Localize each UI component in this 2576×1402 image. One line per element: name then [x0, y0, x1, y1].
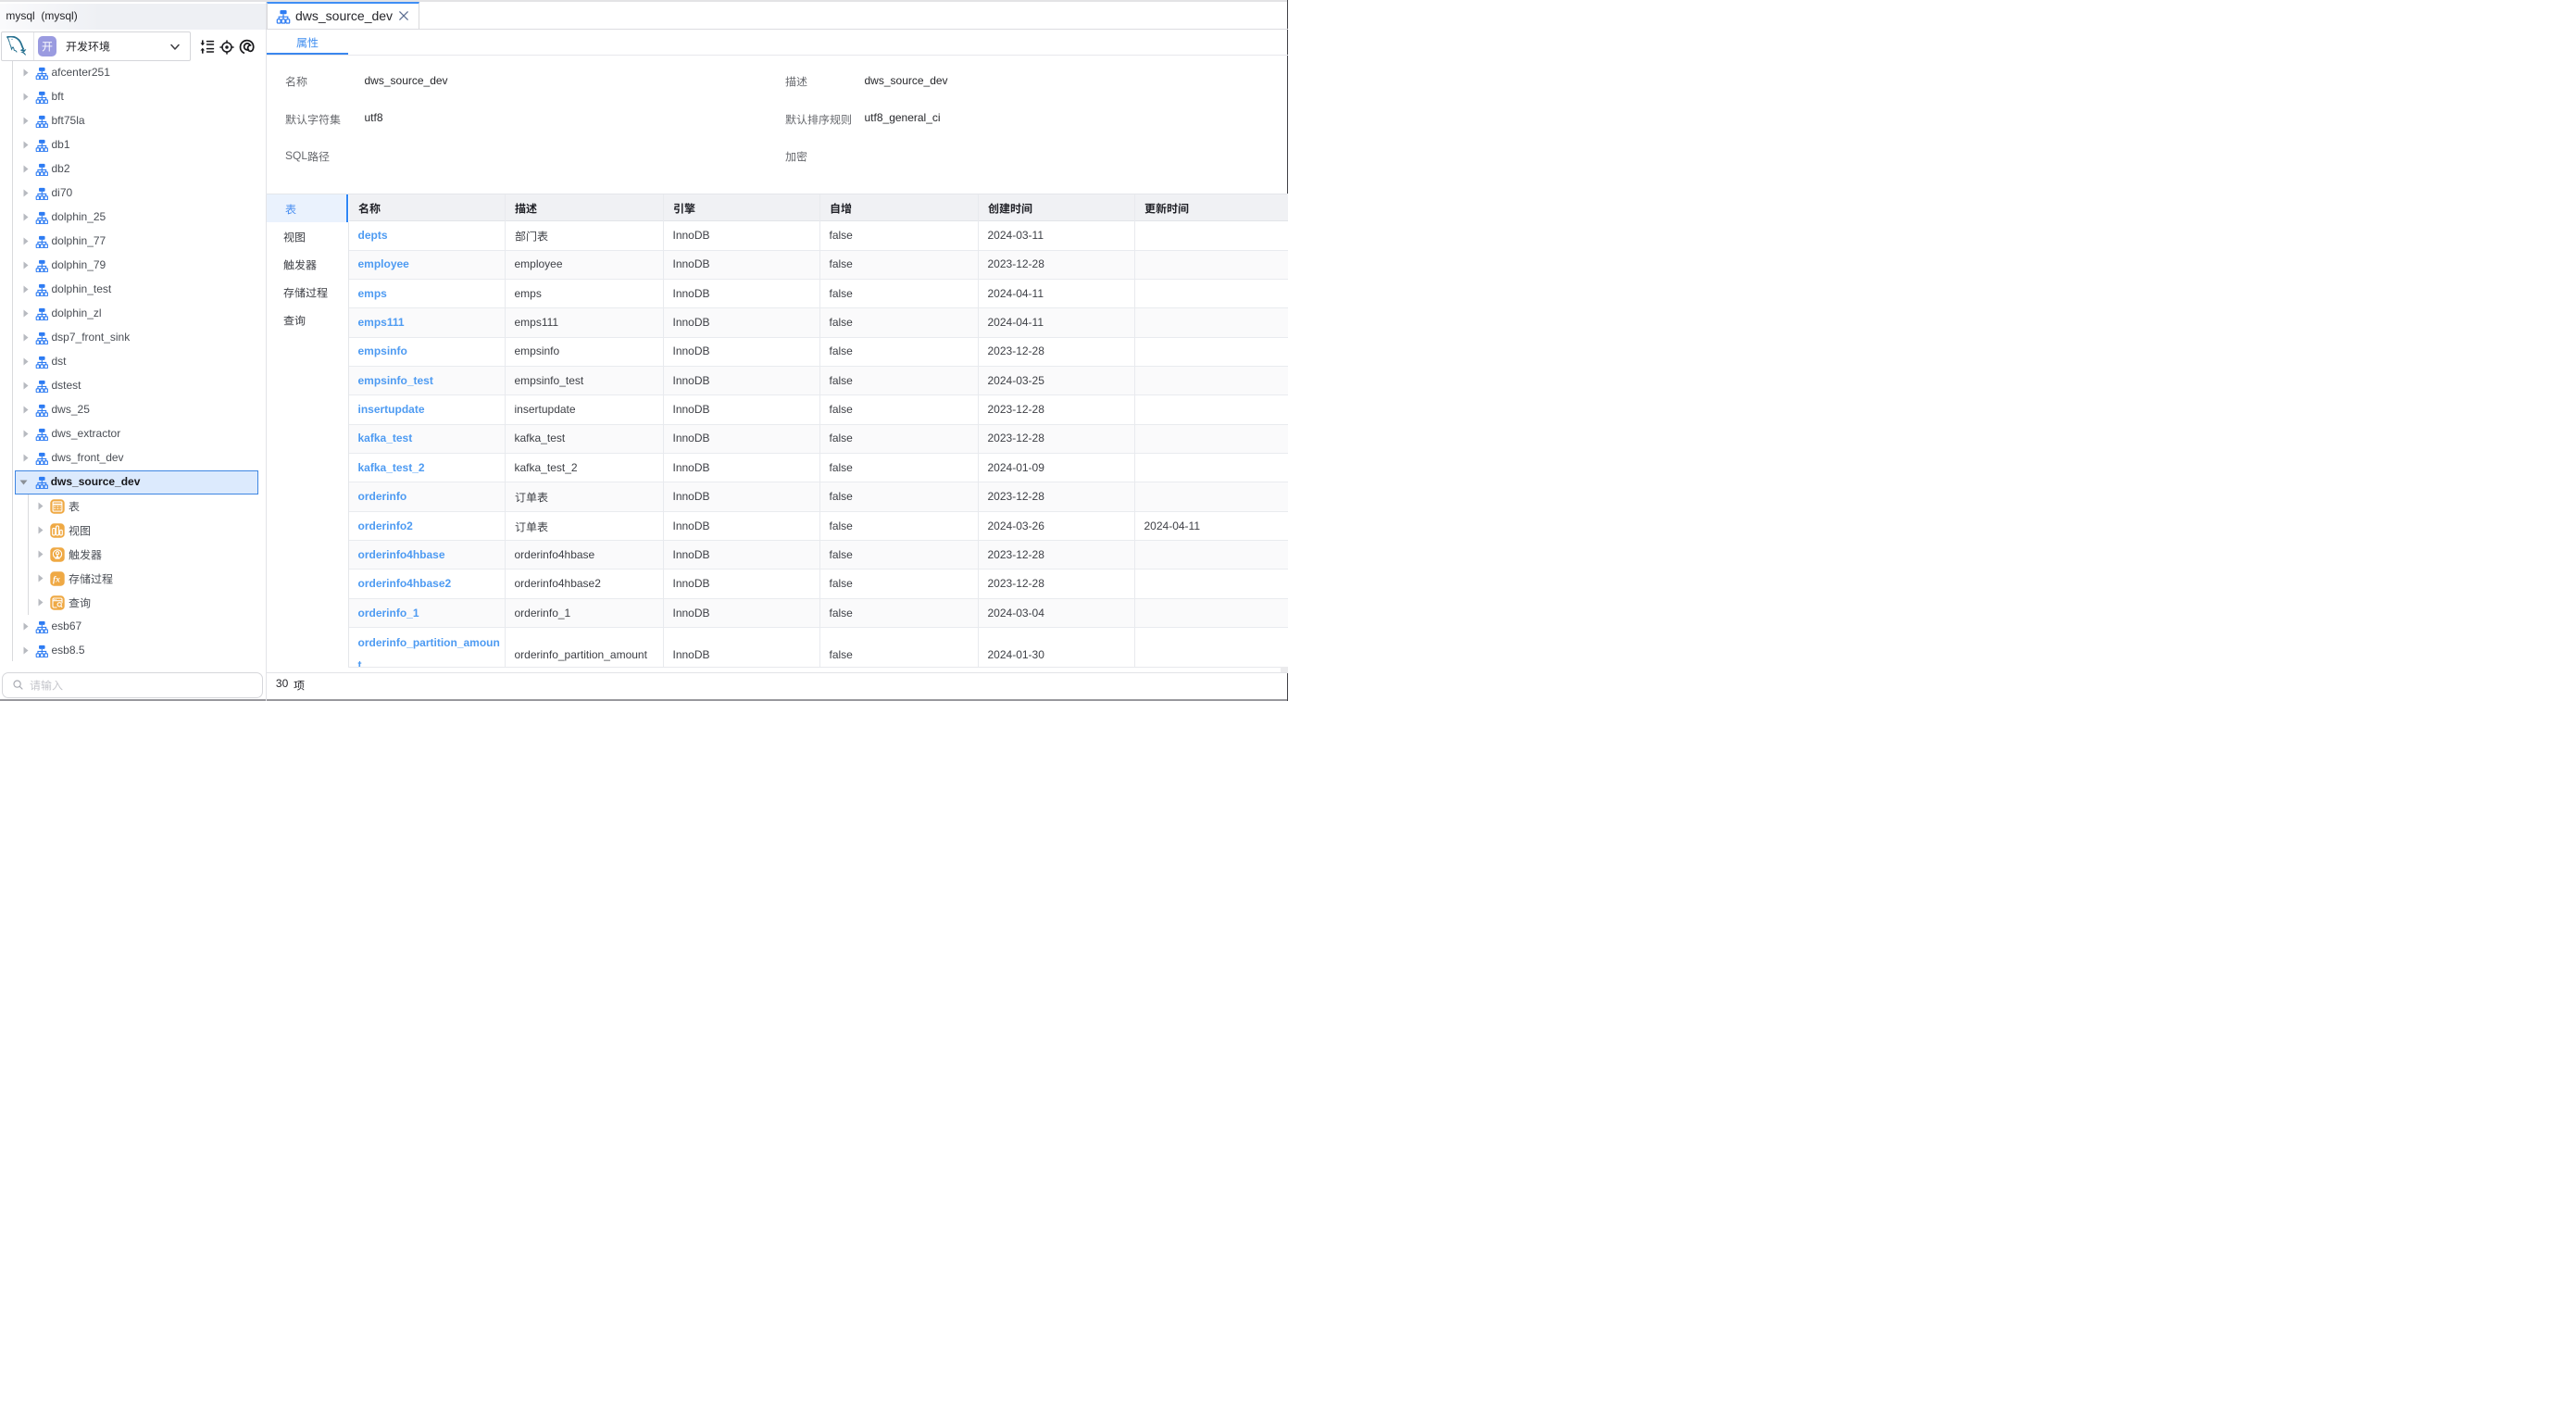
svg-text:fx: fx — [53, 575, 60, 584]
